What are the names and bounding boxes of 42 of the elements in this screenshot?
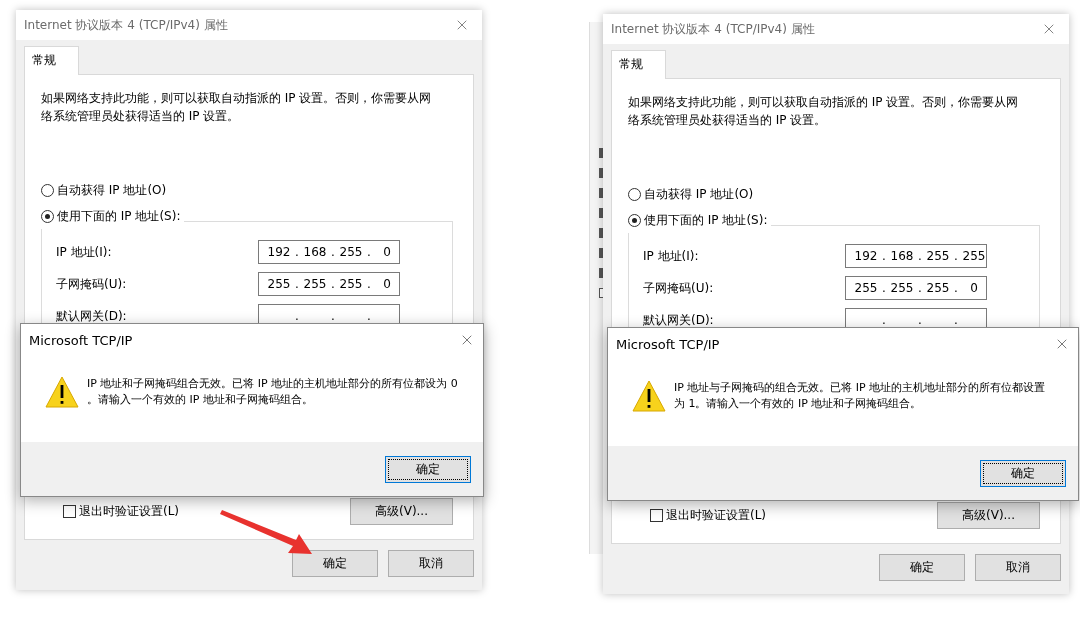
checkbox[interactable]: [63, 505, 76, 518]
field-label: 默认网关(D):: [643, 311, 714, 329]
description-text: 如果网络支持此功能，则可以获取自动指派的 IP 设置。否则，你需要从网 络系统管理员处获得适当的 IP 设置。: [628, 94, 1020, 129]
ok-button[interactable]: 确定: [385, 455, 471, 483]
window-title: Internet 协议版本 4 (TCP/IPv4) 属性: [24, 16, 228, 34]
checkbox[interactable]: [650, 509, 663, 522]
radio-button[interactable]: [628, 187, 641, 201]
error-message: IP 地址和子网掩码组合无效。已将 IP 地址的主机地址部分的所有位都设为 0 。请输入一个有效的 IP 地址和子网掩码组合。: [87, 376, 458, 408]
radio-button[interactable]: [41, 209, 54, 223]
description-text: 如果网络支持此功能，则可以获取自动指派的 IP 设置。否则，你需要从网 络系统管理员处获得适当的 IP 设置。: [41, 90, 433, 125]
ip-input-field[interactable]: 192 . 168 . 255 . 0: [258, 240, 400, 264]
warning-icon: [632, 380, 666, 412]
cancel-button[interactable]: 取消: [975, 554, 1061, 581]
tab[interactable]: 常规: [24, 46, 79, 75]
ok-button[interactable]: 确定: [879, 554, 965, 581]
ip-input-field[interactable]: 192 . 168 . 255 . 255: [845, 244, 987, 268]
ip-input-field[interactable]: 255 . 255 . 255 . 0: [845, 276, 987, 300]
field-label: IP 地址(I):: [56, 243, 112, 261]
checkbox-label[interactable]: 退出时验证设置(L): [79, 503, 180, 520]
field-label: 子网掩码(U):: [643, 279, 714, 297]
message-box-title: Microsoft TCP/IP: [616, 336, 720, 352]
warning-icon: [45, 376, 79, 408]
checkbox-label[interactable]: 退出时验证设置(L): [666, 507, 767, 524]
ok-button[interactable]: 确定: [292, 550, 378, 577]
cancel-button[interactable]: 取消: [388, 550, 474, 577]
window-title: Internet 协议版本 4 (TCP/IPv4) 属性: [611, 20, 815, 38]
radio-label[interactable]: 自动获得 IP 地址(O): [57, 181, 167, 199]
field-label: 子网掩码(U):: [56, 275, 127, 293]
ip-input-field[interactable]: 255 . 255 . 255 . 0: [258, 272, 400, 296]
field-label: IP 地址(I):: [643, 247, 699, 265]
radio-button[interactable]: [628, 213, 641, 227]
tab[interactable]: 常规: [611, 50, 666, 79]
ok-button[interactable]: 确定: [980, 459, 1066, 487]
advanced-button[interactable]: 高级(V)...: [350, 498, 453, 525]
radio-button[interactable]: [41, 183, 54, 197]
error-message: IP 地址与子网掩码的组合无效。已将 IP 地址的主机地址部分的所有位都设置 为 1。请输入一个有效的 IP 地址和子网掩码组合。: [674, 380, 1046, 412]
radio-label[interactable]: 使用下面的 IP 地址(S):: [644, 211, 768, 229]
radio-label[interactable]: 使用下面的 IP 地址(S):: [57, 207, 181, 225]
message-box-title: Microsoft TCP/IP: [29, 332, 133, 348]
advanced-button[interactable]: 高级(V)...: [937, 502, 1040, 529]
radio-label[interactable]: 自动获得 IP 地址(O): [644, 185, 754, 203]
field-label: 默认网关(D):: [56, 307, 127, 325]
